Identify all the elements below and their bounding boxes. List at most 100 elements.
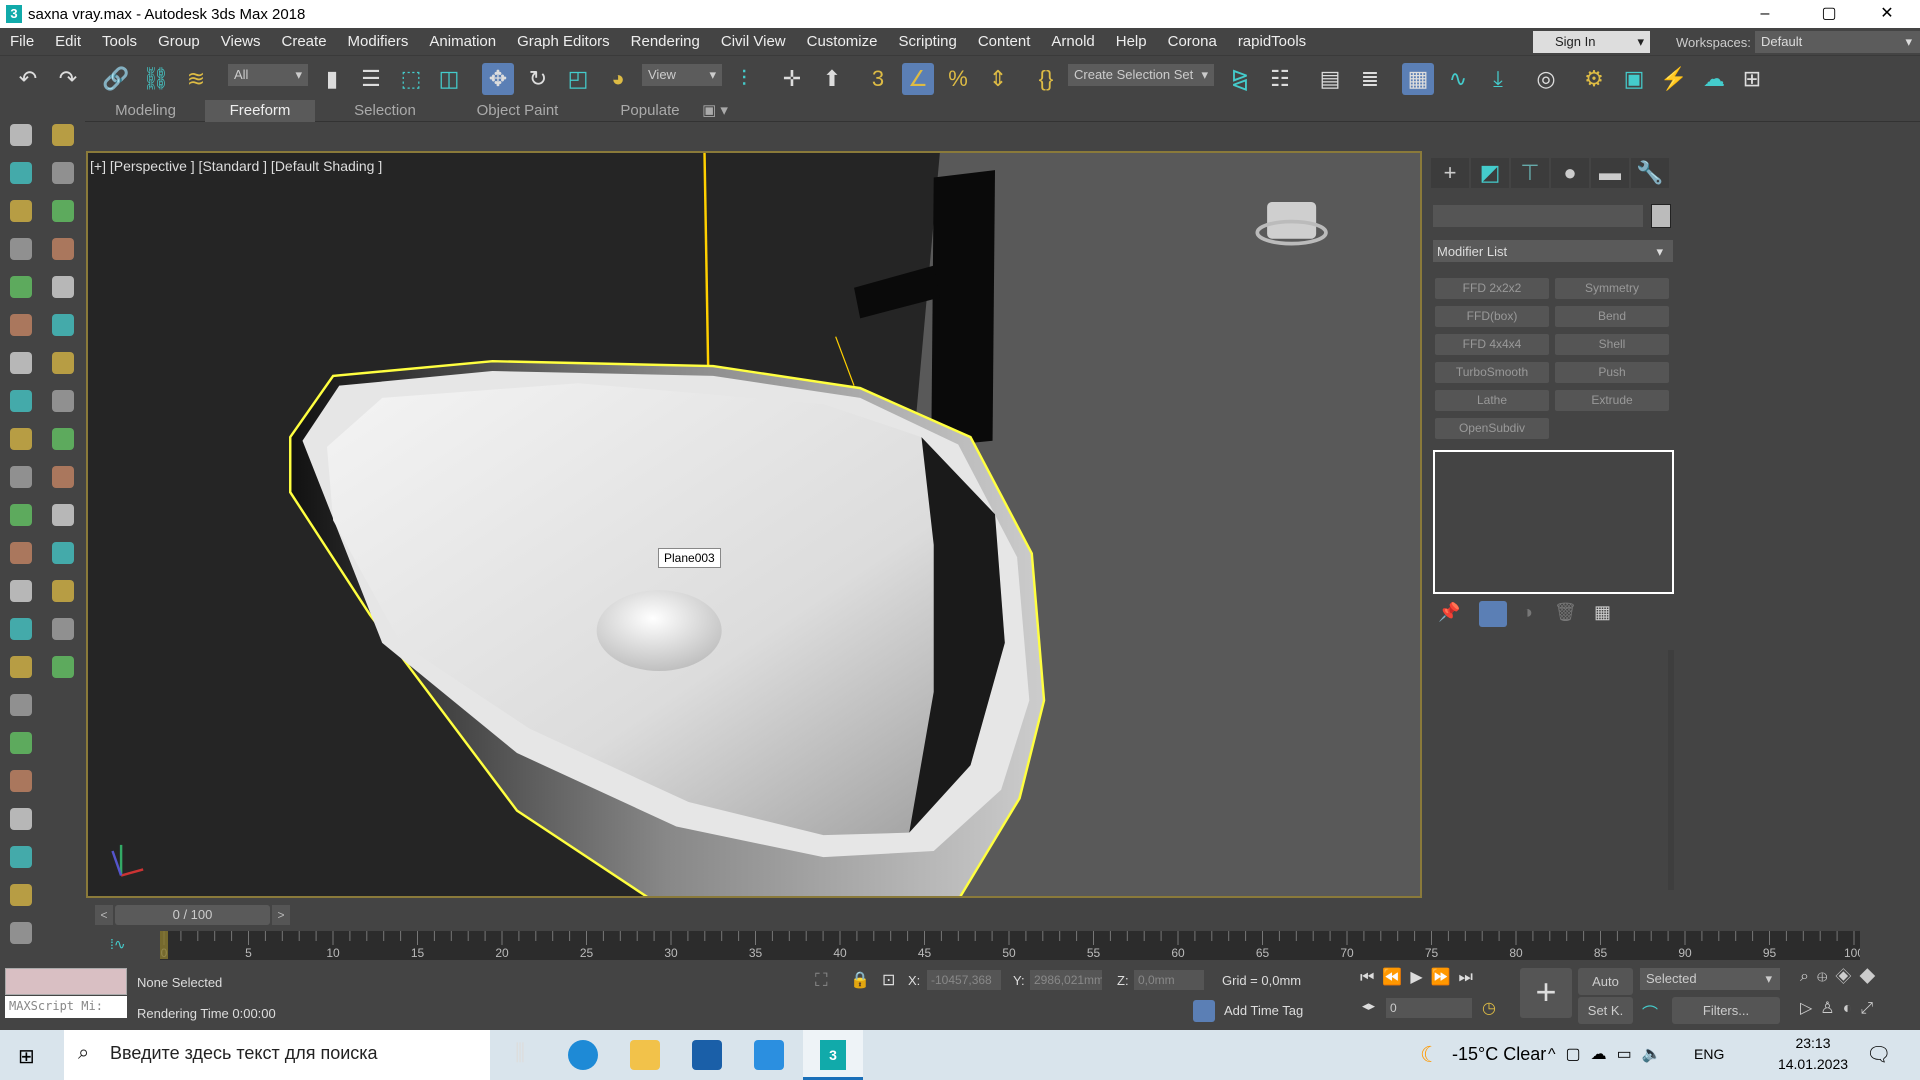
language-indicator[interactable]: ENG: [1694, 1046, 1724, 1062]
command-strip-tool-icon[interactable]: [52, 352, 74, 374]
command-strip-tool-icon[interactable]: [52, 314, 74, 336]
menu-modifiers[interactable]: Modifiers: [348, 33, 409, 50]
set-key-button[interactable]: Set K.: [1578, 997, 1633, 1024]
place-icon[interactable]: ◕: [602, 63, 634, 95]
material-editor-icon[interactable]: ◎: [1530, 63, 1562, 95]
window-crossing-icon[interactable]: ◫: [433, 63, 465, 95]
tab-selection[interactable]: Selection: [325, 100, 445, 122]
command-strip-tool-icon[interactable]: [10, 428, 32, 450]
default-in-out-tangents-icon[interactable]: ⌒: [1642, 1000, 1658, 1024]
command-strip-tool-icon[interactable]: [10, 542, 32, 564]
spinner-snap-icon[interactable]: ⇕: [982, 63, 1014, 95]
tab-modeling[interactable]: Modeling: [93, 100, 198, 122]
menu-corona[interactable]: Corona: [1168, 33, 1217, 50]
menu-graph-editors[interactable]: Graph Editors: [517, 33, 610, 50]
menu-customize[interactable]: Customize: [807, 33, 878, 50]
command-strip-tool-icon[interactable]: [10, 618, 32, 640]
add-time-tag-button[interactable]: Add Time Tag: [1224, 1003, 1303, 1018]
menu-group[interactable]: Group: [158, 33, 200, 50]
command-strip-tool-icon[interactable]: [52, 466, 74, 488]
modifier-push-button[interactable]: Push: [1555, 362, 1669, 383]
set-key-big-icon[interactable]: +: [1520, 968, 1572, 1018]
command-strip-tool-icon[interactable]: [10, 276, 32, 298]
taskbar-3dsmax-app[interactable]: 3: [803, 1030, 863, 1080]
task-view-icon[interactable]: ⫼: [505, 1040, 535, 1070]
menu-views[interactable]: Views: [221, 33, 261, 50]
menu-create[interactable]: Create: [282, 33, 327, 50]
select-scale-icon[interactable]: ◰: [562, 63, 594, 95]
mail-icon[interactable]: [754, 1040, 784, 1070]
select-rotate-icon[interactable]: ↻: [522, 63, 554, 95]
tab-freeform[interactable]: Freeform: [205, 100, 315, 122]
clock-time[interactable]: 23:13: [1778, 1035, 1848, 1051]
system-tray-icons[interactable]: ^▢☁▭🔈: [1548, 1044, 1672, 1064]
auto-key-button[interactable]: Auto: [1578, 968, 1633, 995]
unlink-icon[interactable]: ⛓: [140, 63, 172, 95]
redo-icon[interactable]: ↷: [52, 63, 84, 95]
tab-object-paint[interactable]: Object Paint: [450, 100, 585, 122]
reference-coordinate-dropdown[interactable]: View ▾: [642, 64, 722, 86]
motion-tab-icon[interactable]: ●: [1551, 158, 1589, 188]
modifier-shell-button[interactable]: Shell: [1555, 334, 1669, 355]
viewport-label[interactable]: [+] [Perspective ] [Standard ] [Default …: [90, 158, 382, 174]
menu-rapidtools[interactable]: rapidTools: [1238, 33, 1306, 50]
angle-snap-icon[interactable]: ∠: [902, 63, 934, 95]
modifier-symmetry-button[interactable]: Symmetry: [1555, 278, 1669, 299]
rectangular-selection-icon[interactable]: ⬚: [395, 63, 427, 95]
mini-curve-editor-icon[interactable]: ⁞∿: [110, 936, 126, 953]
sign-in-dropdown[interactable]: Sign In ▾: [1533, 31, 1650, 53]
current-frame-marker[interactable]: [160, 931, 168, 959]
modifier-bend-button[interactable]: Bend: [1555, 306, 1669, 327]
file-explorer-icon[interactable]: [630, 1040, 660, 1070]
menu-help[interactable]: Help: [1116, 33, 1147, 50]
percent-snap-icon[interactable]: %: [942, 63, 974, 95]
display-tab-icon[interactable]: ▬: [1591, 158, 1629, 188]
minimize-button[interactable]: –: [1742, 0, 1788, 28]
rendered-frame-window-icon[interactable]: ▣: [1618, 63, 1650, 95]
y-coordinate-field[interactable]: 2986,021mm: [1030, 970, 1102, 990]
time-slider-prev[interactable]: <: [95, 905, 113, 925]
command-strip-tool-icon[interactable]: [10, 922, 32, 944]
time-configuration-icon[interactable]: ◷: [1482, 998, 1496, 1018]
modify-tab-icon[interactable]: ◩: [1471, 158, 1509, 188]
command-strip-tool-icon[interactable]: [10, 238, 32, 260]
bind-space-warp-icon[interactable]: ≋: [180, 63, 212, 95]
named-selection-sets-icon[interactable]: {}: [1030, 63, 1062, 95]
selection-lock-icon[interactable]: 🔒: [850, 970, 870, 990]
modifier-opensubdiv-button[interactable]: OpenSubdiv: [1435, 418, 1549, 439]
workspace-select[interactable]: Default ▾: [1755, 31, 1920, 53]
time-config-arrows-icon[interactable]: ◂▸: [1362, 998, 1375, 1014]
object-name-field[interactable]: [1433, 205, 1643, 227]
menu-animation[interactable]: Animation: [429, 33, 496, 50]
command-strip-tool-icon[interactable]: [52, 276, 74, 298]
command-strip-tool-icon[interactable]: [10, 846, 32, 868]
viewport-layout-icon[interactable]: ⊞: [1736, 63, 1768, 95]
modifier-lathe-button[interactable]: Lathe: [1435, 390, 1549, 411]
isolate-selection-icon[interactable]: ⛶: [815, 970, 828, 991]
x-coordinate-field[interactable]: -10457,368: [927, 970, 1001, 990]
schematic-view-icon[interactable]: ⤓: [1482, 63, 1514, 95]
current-frame-field[interactable]: 0: [1386, 998, 1472, 1018]
viewport-navigation-controls-2[interactable]: ▷♙◐⤢: [1800, 998, 1881, 1018]
create-tab-icon[interactable]: +: [1431, 158, 1469, 188]
hierarchy-tab-icon[interactable]: ⊤: [1511, 158, 1549, 188]
modifier-stack[interactable]: [1433, 450, 1674, 594]
menu-tools[interactable]: Tools: [102, 33, 137, 50]
selection-set-dropdown[interactable]: Create Selection Set ▾: [1068, 64, 1214, 86]
link-icon[interactable]: 🔗: [100, 63, 132, 95]
command-strip-tool-icon[interactable]: [10, 162, 32, 184]
command-strip-tool-icon[interactable]: [10, 314, 32, 336]
command-strip-tool-icon[interactable]: [10, 390, 32, 412]
time-slider[interactable]: 0 / 100: [115, 905, 270, 925]
command-strip-tool-icon[interactable]: [10, 884, 32, 906]
command-strip-tool-icon[interactable]: [10, 656, 32, 678]
modifier-extrude-button[interactable]: Extrude: [1555, 390, 1669, 411]
absolute-mode-icon[interactable]: ⊡: [882, 970, 895, 990]
close-button[interactable]: ✕: [1864, 0, 1910, 28]
command-strip-tool-icon[interactable]: [52, 124, 74, 146]
pin-stack-icon[interactable]: 📌: [1438, 602, 1460, 623]
weather-text[interactable]: -15°C Clear: [1452, 1044, 1546, 1065]
track-bar[interactable]: 0510152025303540455055606570758085909510…: [160, 931, 1864, 961]
modifier-ffd-4x4x4-button[interactable]: FFD 4x4x4: [1435, 334, 1549, 355]
command-strip-tool-icon[interactable]: [10, 694, 32, 716]
